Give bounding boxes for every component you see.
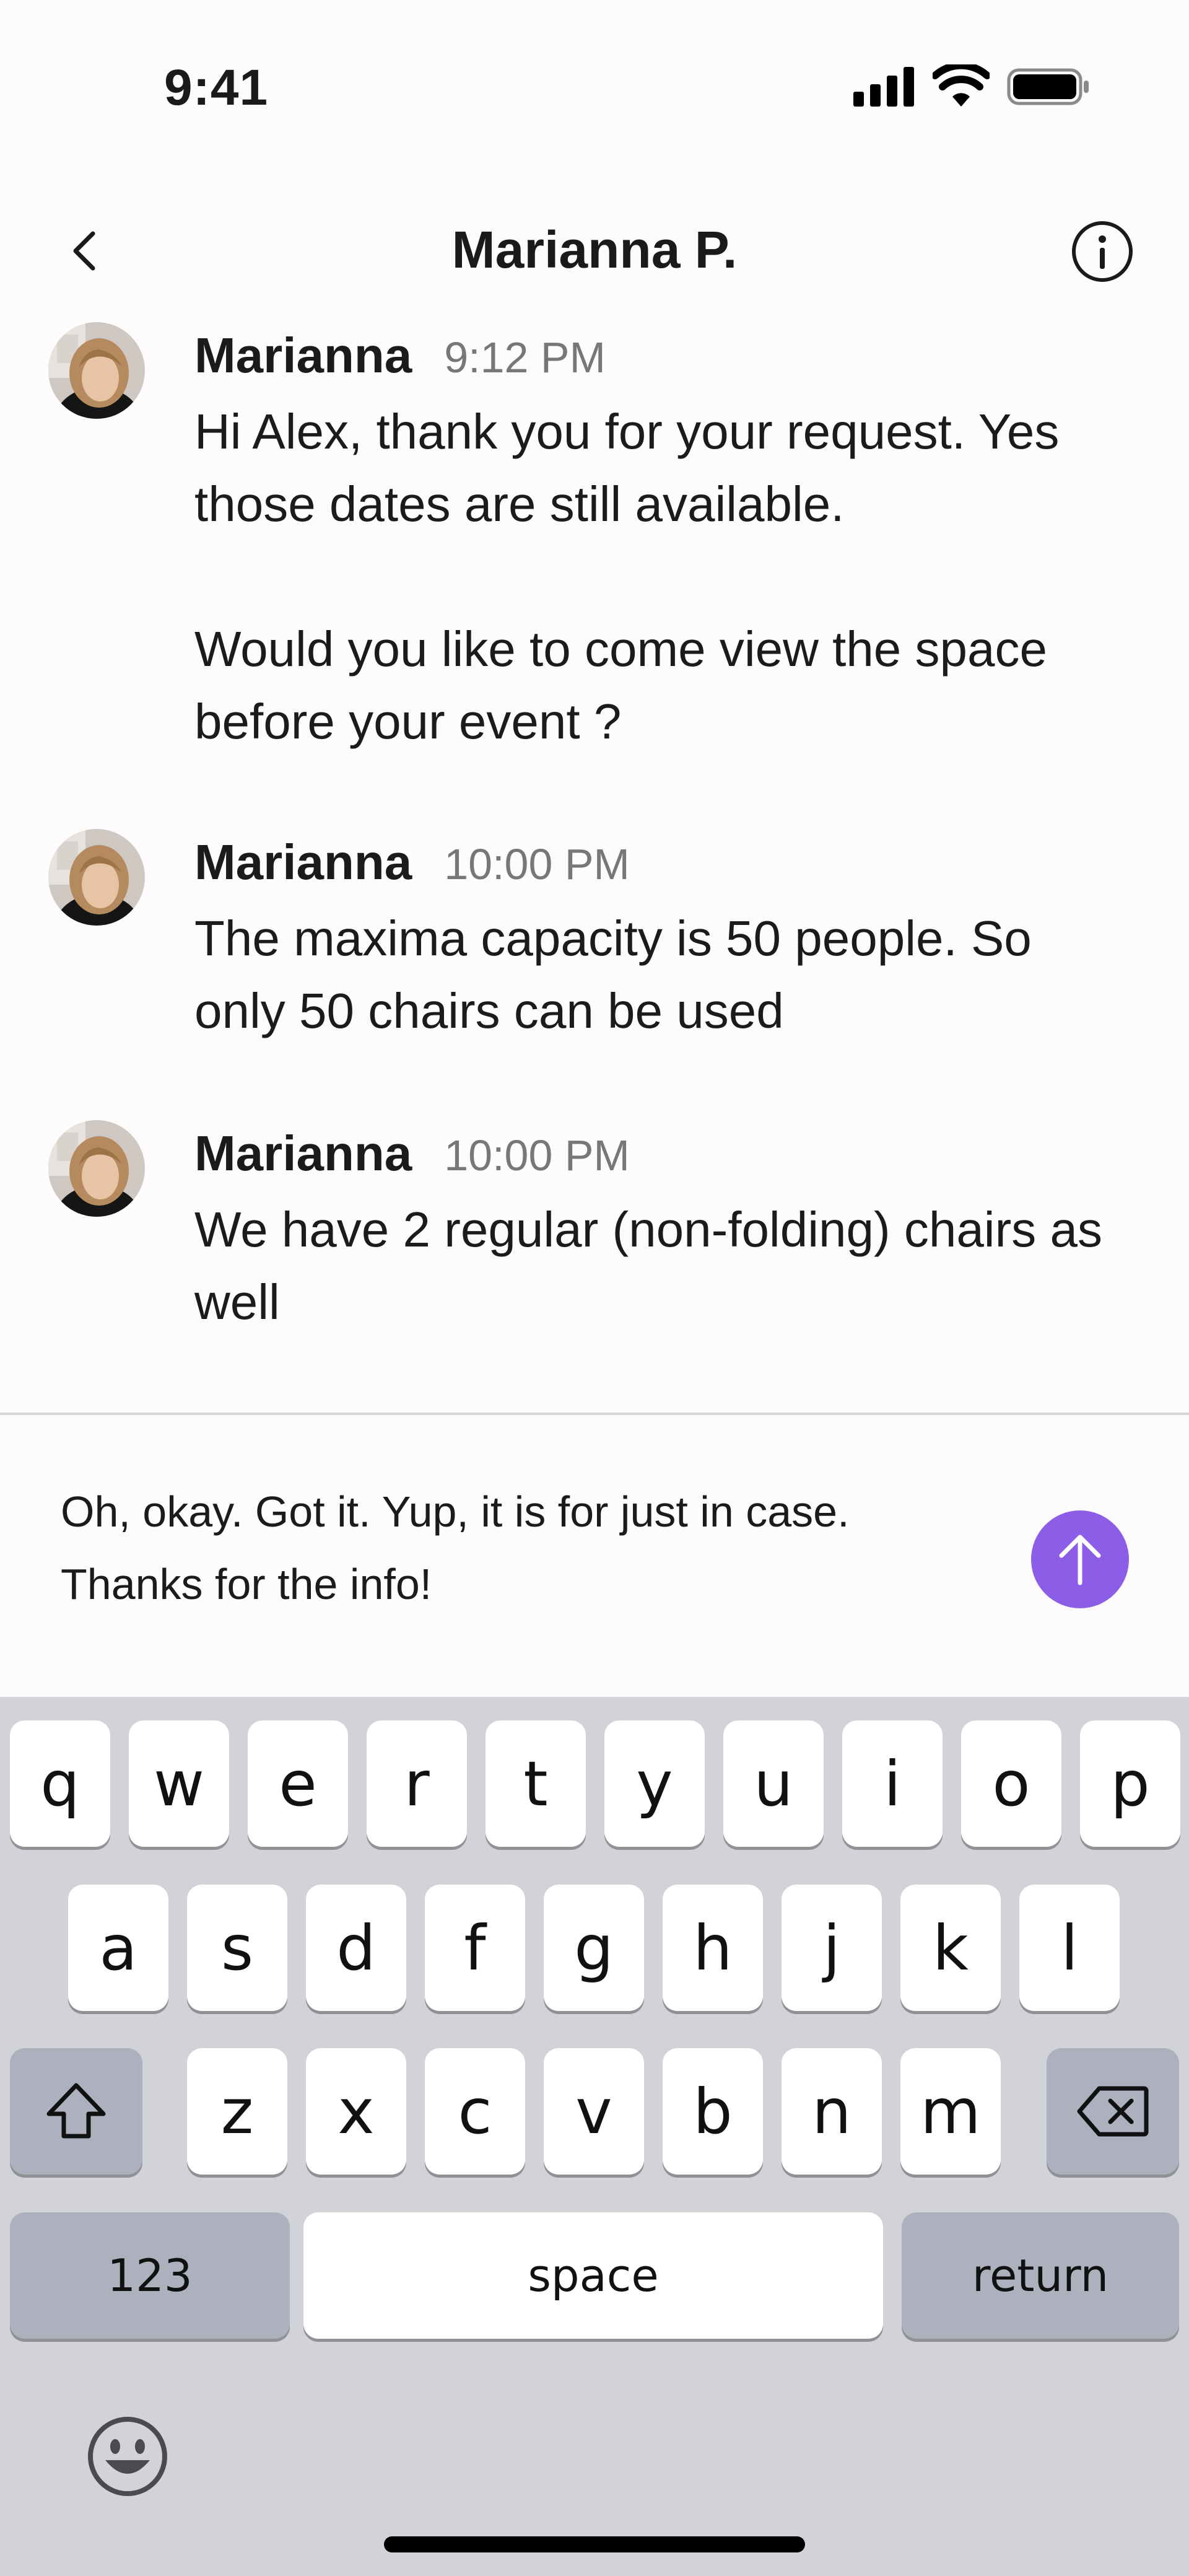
key-j[interactable]: j (782, 1885, 882, 2011)
chat-header: Marianna P. (0, 204, 1189, 297)
key-b[interactable]: b (663, 2048, 763, 2175)
numbers-key[interactable]: 123 (10, 2212, 290, 2339)
key-d[interactable]: d (306, 1885, 406, 2011)
key-i[interactable]: i (842, 1720, 943, 1847)
status-bar: 9:41 (0, 0, 1189, 173)
status-time: 9:41 (164, 59, 269, 116)
message-time: 10:00 PM (444, 1131, 630, 1180)
key-x[interactable]: x (306, 2048, 406, 2175)
key-m[interactable]: m (900, 2048, 1001, 2175)
space-key[interactable]: space (303, 2212, 883, 2339)
key-q[interactable]: q (10, 1720, 110, 1847)
sender-avatar[interactable] (48, 1120, 145, 1217)
send-button[interactable] (1031, 1510, 1129, 1608)
backspace-icon (1077, 2086, 1149, 2137)
sender-name: Marianna (194, 835, 412, 890)
key-c[interactable]: c (425, 2048, 525, 2175)
delete-key[interactable] (1047, 2048, 1179, 2175)
key-k[interactable]: k (900, 1885, 1001, 2011)
key-f[interactable]: f (425, 1885, 525, 2011)
key-u[interactable]: u (723, 1720, 824, 1847)
sender-name: Marianna (194, 1126, 412, 1181)
key-z[interactable]: z (187, 2048, 287, 2175)
wifi-icon (933, 64, 990, 107)
shift-arrow-icon (46, 2083, 106, 2139)
key-y[interactable]: y (604, 1720, 705, 1847)
sender-avatar[interactable] (48, 829, 145, 926)
sender-avatar[interactable] (48, 322, 145, 419)
emoji-icon[interactable] (85, 2414, 170, 2499)
key-n[interactable]: n (782, 2048, 882, 2175)
message-input[interactable]: Oh, okay. Got it. Yup, it is for just in… (61, 1476, 965, 1621)
message-list[interactable]: Marianna 9:12 PM Hi Alex, thank you for y… (0, 322, 1189, 1351)
key-a[interactable]: a (68, 1885, 168, 2011)
key-e[interactable]: e (248, 1720, 348, 1847)
battery-icon (1007, 68, 1089, 105)
key-t[interactable]: t (486, 1720, 586, 1847)
message-body: The maxima capacity is 50 people. So onl… (194, 902, 1123, 1047)
message-paragraph: Hi Alex, thank you for your request. Yes… (194, 404, 1060, 532)
message-paragraph: We have 2 regular (non-folding) chairs a… (194, 1202, 1102, 1330)
shift-key[interactable] (10, 2048, 142, 2175)
sender-name: Marianna (194, 328, 412, 383)
message-body: We have 2 regular (non-folding) chairs a… (194, 1193, 1123, 1338)
key-p[interactable]: p (1080, 1720, 1180, 1847)
key-o[interactable]: o (961, 1720, 1061, 1847)
conversation-title: Marianna P. (451, 221, 738, 279)
key-l[interactable]: l (1019, 1885, 1120, 2011)
key-w[interactable]: w (129, 1720, 229, 1847)
key-g[interactable]: g (544, 1885, 644, 2011)
key-s[interactable]: s (187, 1885, 287, 2011)
chat-screen: 9:41 Marianna P. Marianna 9:12 PM Hi Ale… (0, 0, 1189, 2576)
info-icon[interactable] (1070, 219, 1135, 284)
message-body: Hi Alex, thank you for your request. Yes… (194, 395, 1123, 758)
keyboard: q w e r t y u i o p a s d f g h j k l z … (0, 1697, 1189, 2576)
key-h[interactable]: h (663, 1885, 763, 2011)
message-paragraph: Would you like to come view the space be… (194, 621, 1047, 749)
message-header: Marianna 10:00 PM (194, 1125, 630, 1182)
key-v[interactable]: v (544, 2048, 644, 2175)
message-paragraph: The maxima capacity is 50 people. So onl… (194, 911, 1032, 1038)
message-time: 9:12 PM (444, 333, 606, 382)
message-header: Marianna 10:00 PM (194, 834, 630, 891)
return-key[interactable]: return (902, 2212, 1179, 2339)
cellular-signal-icon (853, 67, 914, 107)
message-header: Marianna 9:12 PM (194, 327, 606, 384)
arrow-up-icon (1059, 1535, 1101, 1585)
message-composer: Oh, okay. Got it. Yup, it is for just in… (0, 1415, 1189, 1697)
key-r[interactable]: r (367, 1720, 467, 1847)
message-time: 10:00 PM (444, 840, 630, 888)
home-indicator (384, 2536, 805, 2552)
